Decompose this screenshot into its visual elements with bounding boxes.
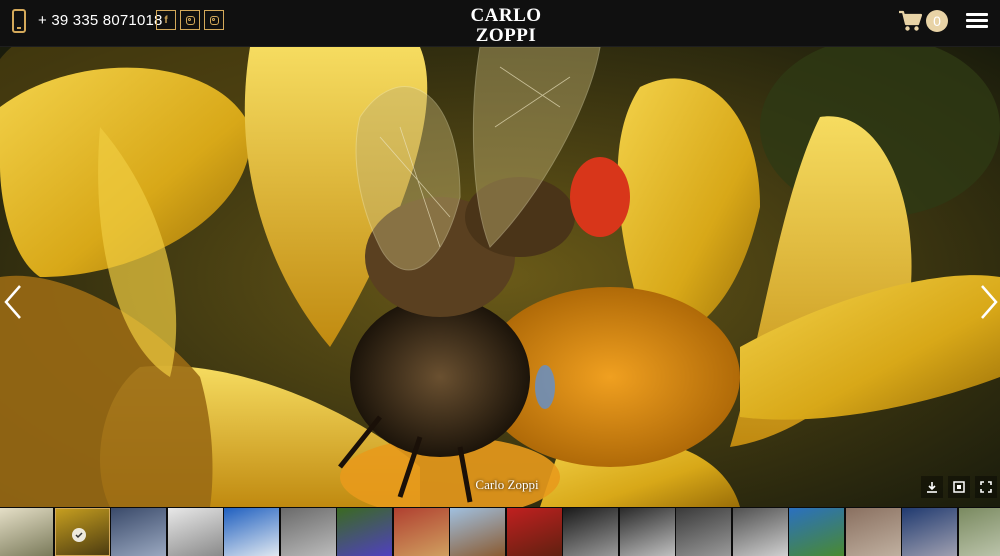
thumbnail-item[interactable] bbox=[167, 508, 223, 556]
selected-check-icon bbox=[72, 528, 86, 542]
photo-caption: Carlo Zoppi bbox=[475, 477, 539, 492]
thumbnail-item[interactable] bbox=[958, 508, 1000, 556]
thumbnail-item[interactable] bbox=[280, 508, 336, 556]
thumbnail-item[interactable] bbox=[619, 508, 675, 556]
instagram-glyph bbox=[185, 15, 195, 25]
logo-name: CARLO ZOPPI bbox=[470, 5, 542, 46]
cart-count-badge[interactable]: 0 bbox=[926, 10, 948, 32]
facebook-glyph: f bbox=[164, 14, 168, 26]
fit-screen-icon[interactable] bbox=[948, 476, 970, 498]
download-icon[interactable] bbox=[921, 476, 943, 498]
thumbnail-item[interactable] bbox=[224, 508, 279, 556]
thumbnail-item[interactable] bbox=[676, 508, 731, 556]
thumbnail-item[interactable] bbox=[789, 508, 844, 556]
previous-arrow-icon[interactable] bbox=[2, 282, 24, 322]
thumbnail-item[interactable] bbox=[845, 508, 901, 556]
phone-number[interactable]: + 39 335 8071018 bbox=[38, 12, 163, 29]
thumbnail-item[interactable] bbox=[0, 508, 53, 556]
phone-icon bbox=[12, 9, 26, 33]
hamburger-menu-icon[interactable] bbox=[966, 13, 988, 29]
instagram-glyph bbox=[209, 15, 219, 25]
thumbnail-item[interactable] bbox=[563, 508, 618, 556]
site-header: + 39 335 8071018 f CARLO ZOPPI IMMAGINI … bbox=[0, 0, 1000, 56]
instagram-icon-2[interactable] bbox=[204, 10, 224, 30]
thumbnail-item[interactable] bbox=[111, 508, 166, 556]
main-photo bbox=[0, 47, 1000, 507]
facebook-icon[interactable]: f bbox=[156, 10, 176, 30]
instagram-icon[interactable] bbox=[180, 10, 200, 30]
thumbnail-item[interactable] bbox=[902, 508, 957, 556]
thumbnail-item[interactable] bbox=[337, 508, 392, 556]
thumbnail-item[interactable] bbox=[393, 508, 449, 556]
thumbnail-strip bbox=[0, 507, 1000, 556]
next-arrow-icon[interactable] bbox=[978, 282, 1000, 322]
bee-on-flower-image bbox=[0, 47, 1000, 507]
cart-icon[interactable] bbox=[898, 10, 922, 32]
thumbnail-item[interactable] bbox=[506, 508, 562, 556]
thumbnail-item[interactable] bbox=[450, 508, 505, 556]
thumbnail-item[interactable] bbox=[732, 508, 788, 556]
fullscreen-icon[interactable] bbox=[975, 476, 997, 498]
